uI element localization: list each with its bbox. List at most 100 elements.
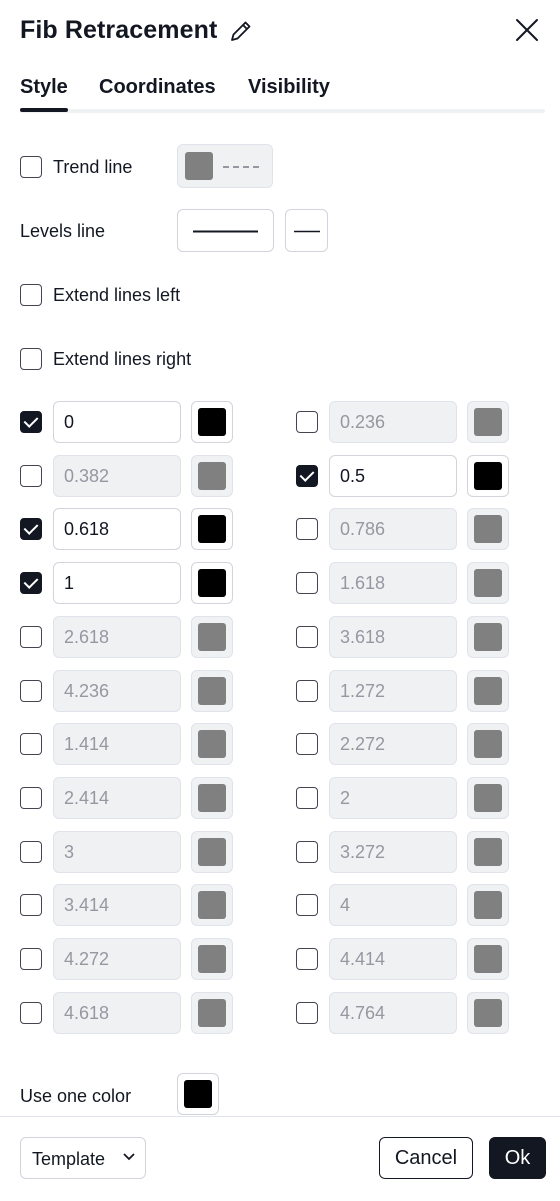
fib-level-value-input[interactable]: 4.236 xyxy=(53,670,181,712)
tab-bar-track xyxy=(20,109,545,113)
fib-level-value-input[interactable]: 3.414 xyxy=(53,884,181,926)
fib-level-checkbox[interactable] xyxy=(296,894,318,916)
fib-level-color-fill xyxy=(198,891,226,919)
fib-level-checkbox[interactable] xyxy=(20,948,42,970)
fib-level-color-swatch[interactable] xyxy=(467,401,509,443)
fib-level-checkbox[interactable] xyxy=(296,948,318,970)
fib-level-checkbox[interactable] xyxy=(296,787,318,809)
fib-level-color-swatch[interactable] xyxy=(191,401,233,443)
tab-style[interactable]: Style xyxy=(20,76,68,112)
fib-level-checkbox[interactable] xyxy=(296,411,318,433)
extend-right-checkbox[interactable] xyxy=(20,348,42,370)
levels-line-width-button[interactable] xyxy=(285,209,328,252)
fib-level-checkbox[interactable] xyxy=(296,465,318,487)
fib-level-checkbox[interactable] xyxy=(296,626,318,648)
fib-level-color-swatch[interactable] xyxy=(191,831,233,873)
tab-bar: Style Coordinates Visibility xyxy=(20,76,545,114)
fib-level-checkbox[interactable] xyxy=(20,841,42,863)
fib-level-checkbox[interactable] xyxy=(20,465,42,487)
fib-level-value-input[interactable]: 3 xyxy=(53,831,181,873)
fib-level-value-input[interactable]: 2 xyxy=(329,777,457,819)
solid-line-icon xyxy=(193,230,258,233)
fib-level-color-fill xyxy=(474,623,502,651)
fib-level-value-input[interactable]: 0.382 xyxy=(53,455,181,497)
fib-level-value-input[interactable]: 0.618 xyxy=(53,508,181,550)
template-dropdown[interactable]: Template xyxy=(20,1137,146,1179)
fib-level-value-input[interactable]: 0.786 xyxy=(329,508,457,550)
fib-level-color-swatch[interactable] xyxy=(191,508,233,550)
fib-level-value-input[interactable]: 1.272 xyxy=(329,670,457,712)
extend-left-checkbox[interactable] xyxy=(20,284,42,306)
fib-level-value-input[interactable]: 1 xyxy=(53,562,181,604)
fib-level-checkbox[interactable] xyxy=(20,1002,42,1024)
fib-level-value-input[interactable]: 2.618 xyxy=(53,616,181,658)
fib-level-color-swatch[interactable] xyxy=(467,831,509,873)
fib-level-color-swatch[interactable] xyxy=(467,884,509,926)
fib-level-checkbox[interactable] xyxy=(296,572,318,594)
close-icon[interactable] xyxy=(514,16,540,44)
fib-level-value-input[interactable]: 1.618 xyxy=(329,562,457,604)
fib-level-value-input[interactable]: 4.414 xyxy=(329,938,457,980)
fib-level-color-fill xyxy=(474,891,502,919)
fib-level-checkbox[interactable] xyxy=(20,518,42,540)
fib-level-checkbox[interactable] xyxy=(20,733,42,755)
fib-level-color-swatch[interactable] xyxy=(191,992,233,1034)
fib-level-value-input[interactable]: 0.5 xyxy=(329,455,457,497)
fib-level-checkbox[interactable] xyxy=(20,894,42,916)
levels-line-style-button[interactable] xyxy=(177,209,274,252)
fib-level-color-swatch[interactable] xyxy=(467,508,509,550)
fib-level-color-swatch[interactable] xyxy=(191,670,233,712)
fib-level-color-swatch[interactable] xyxy=(467,616,509,658)
cancel-button[interactable]: Cancel xyxy=(379,1137,473,1179)
fib-level-color-swatch[interactable] xyxy=(191,455,233,497)
use-one-color-fill xyxy=(184,1080,212,1108)
fib-level-checkbox[interactable] xyxy=(296,518,318,540)
fib-level-color-swatch[interactable] xyxy=(467,938,509,980)
fib-level-value-input[interactable]: 0 xyxy=(53,401,181,443)
tab-visibility[interactable]: Visibility xyxy=(248,76,330,99)
pencil-icon[interactable] xyxy=(228,18,254,44)
fib-level-value-input[interactable]: 1.414 xyxy=(53,723,181,765)
fib-level-color-fill xyxy=(198,945,226,973)
fib-level-checkbox[interactable] xyxy=(20,680,42,702)
fib-level-color-swatch[interactable] xyxy=(467,670,509,712)
fib-level-color-swatch[interactable] xyxy=(467,723,509,765)
fib-level-color-fill xyxy=(474,784,502,812)
fib-level-checkbox[interactable] xyxy=(296,733,318,755)
fib-level-value-input[interactable]: 4.272 xyxy=(53,938,181,980)
use-one-color-swatch[interactable] xyxy=(177,1073,219,1115)
fib-level-color-swatch[interactable] xyxy=(191,884,233,926)
fib-level-color-swatch[interactable] xyxy=(467,562,509,604)
fib-level-checkbox[interactable] xyxy=(296,841,318,863)
fib-level-checkbox[interactable] xyxy=(296,1002,318,1024)
ok-button[interactable]: Ok xyxy=(489,1137,546,1179)
fib-level-value-input[interactable]: 3.272 xyxy=(329,831,457,873)
extend-right-label: Extend lines right xyxy=(53,349,192,369)
fib-level-checkbox[interactable] xyxy=(20,787,42,809)
fib-level-value-input[interactable]: 4.764 xyxy=(329,992,457,1034)
fib-level-color-fill xyxy=(474,838,502,866)
fib-level-color-swatch[interactable] xyxy=(191,777,233,819)
fib-level-value-input[interactable]: 2.272 xyxy=(329,723,457,765)
fib-level-color-swatch[interactable] xyxy=(467,777,509,819)
fib-level-value-input[interactable]: 3.618 xyxy=(329,616,457,658)
fib-level-checkbox[interactable] xyxy=(20,626,42,648)
fib-level-color-swatch[interactable] xyxy=(191,616,233,658)
fib-level-checkbox[interactable] xyxy=(20,411,42,433)
fib-level-checkbox[interactable] xyxy=(296,680,318,702)
fib-level-color-swatch[interactable] xyxy=(467,455,509,497)
fib-level-color-fill xyxy=(474,730,502,758)
fib-level-value-input[interactable]: 4.618 xyxy=(53,992,181,1034)
fib-level-value-input[interactable]: 4 xyxy=(329,884,457,926)
trend-line-checkbox[interactable] xyxy=(20,156,42,178)
fib-level-color-swatch[interactable] xyxy=(191,938,233,980)
fib-level-color-swatch[interactable] xyxy=(191,562,233,604)
fib-level-color-swatch[interactable] xyxy=(467,992,509,1034)
fib-level-color-swatch[interactable] xyxy=(191,723,233,765)
fib-level-value-input[interactable]: 2.414 xyxy=(53,777,181,819)
tab-coordinates[interactable]: Coordinates xyxy=(99,76,216,99)
extend-left-label: Extend lines left xyxy=(53,285,181,305)
trend-line-style-button[interactable] xyxy=(177,144,273,188)
fib-level-value-input[interactable]: 0.236 xyxy=(329,401,457,443)
fib-level-checkbox[interactable] xyxy=(20,572,42,594)
